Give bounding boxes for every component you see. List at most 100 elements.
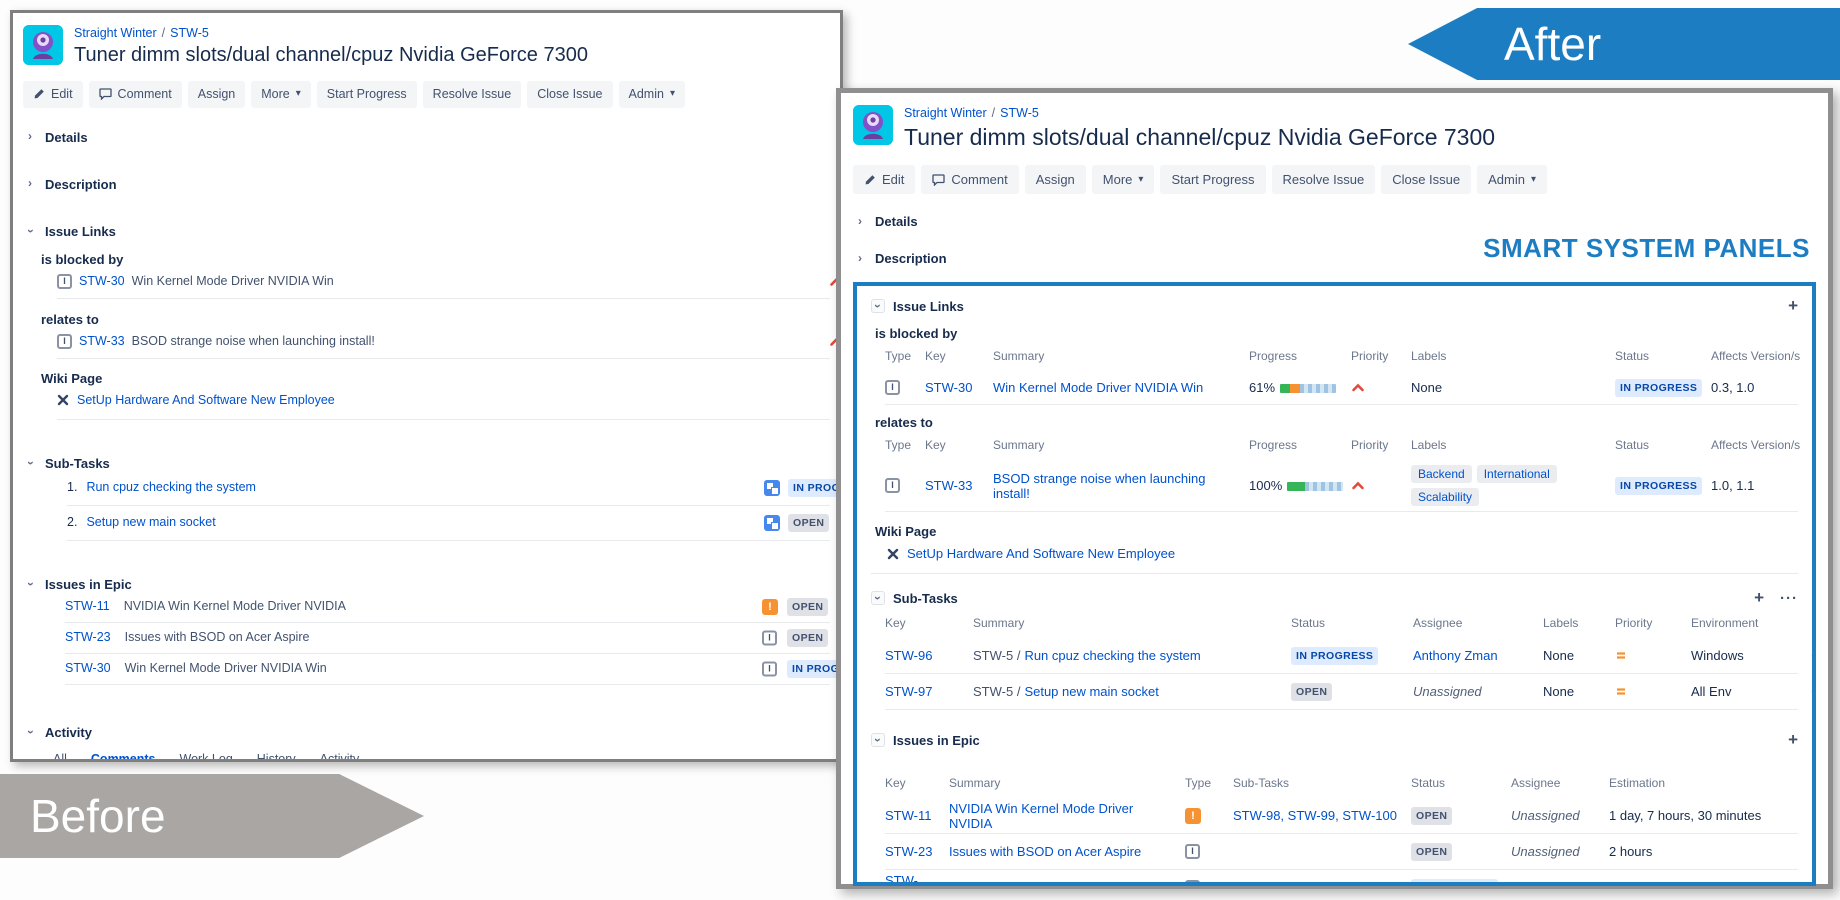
issue-key-link[interactable]: STW-23 xyxy=(65,630,111,644)
more-button[interactable]: More ▾ xyxy=(1092,165,1155,194)
close-issue-button[interactable]: Close Issue xyxy=(1381,165,1471,194)
admin-button[interactable]: Admin ▾ xyxy=(1477,165,1547,194)
wiki-page-link[interactable]: SetUp Hardware And Software New Employee xyxy=(77,393,335,407)
section-activity[interactable]: › Activity xyxy=(23,725,830,740)
start-progress-button[interactable]: Start Progress xyxy=(317,81,417,108)
start-progress-button[interactable]: Start Progress xyxy=(1160,165,1265,194)
subtask-link[interactable]: Setup new main socket xyxy=(1024,684,1158,699)
comment-button[interactable]: Comment xyxy=(921,165,1018,194)
column-header: Priority xyxy=(1351,438,1405,452)
subtask-keys-links[interactable]: STW-101 xyxy=(1233,880,1405,886)
assignee-link[interactable]: Anthony Zman xyxy=(1413,648,1537,663)
epic-issue-row: STW-11 NVIDIA Win Kernel Mode Driver NVI… xyxy=(885,798,1798,834)
subtask-link[interactable]: Run cpuz checking the system xyxy=(86,480,256,494)
table-header-row: Type Key Summary Progress Priority Label… xyxy=(885,430,1798,460)
section-sub-tasks[interactable]: › Sub-Tasks xyxy=(23,456,830,471)
issue-summary-link[interactable]: Issues with BSOD on Acer Aspire xyxy=(949,844,1179,859)
section-description-label: Description xyxy=(45,177,117,192)
breadcrumb-issue-link[interactable]: STW-5 xyxy=(1000,106,1039,120)
subtask-row: 1. Run cpuz checking the system IN PROGR… xyxy=(67,471,830,506)
column-header: Priority xyxy=(1351,349,1405,363)
issue-key-link[interactable]: STW-23 xyxy=(885,844,943,859)
project-avatar-icon xyxy=(23,25,63,65)
edit-button[interactable]: Edit xyxy=(23,81,83,108)
label-chip[interactable]: Scalability xyxy=(1411,488,1479,506)
section-issues-in-epic[interactable]: › Issues in Epic xyxy=(23,577,830,592)
warning-type-icon: ! xyxy=(1185,808,1201,824)
issue-key-link[interactable]: STW-33 xyxy=(79,334,125,348)
issue-summary-link[interactable]: BSOD strange noise when launching instal… xyxy=(993,471,1243,501)
issue-key-link[interactable]: STW-97 xyxy=(885,684,967,699)
row-actions-icon[interactable]: ··· xyxy=(1811,684,1816,699)
tab-all[interactable]: All xyxy=(53,752,67,763)
resolve-issue-button[interactable]: Resolve Issue xyxy=(423,81,522,108)
more-actions-icon[interactable]: ··· xyxy=(1780,590,1798,607)
subtask-link[interactable]: Setup new main socket xyxy=(86,515,215,529)
breadcrumb-issue-link[interactable]: STW-5 xyxy=(170,26,209,40)
issue-key-link[interactable]: STW-30 xyxy=(79,274,125,288)
section-sub-tasks[interactable]: › Sub-Tasks + ··· xyxy=(871,588,1798,608)
issue-key-link[interactable]: STW-30 xyxy=(65,661,111,675)
section-issue-links[interactable]: › Issue Links xyxy=(23,224,830,239)
assign-button[interactable]: Assign xyxy=(1025,165,1086,194)
epic-issue-row: STW-23 Issues with BSOD on Acer Aspire I… xyxy=(65,623,830,654)
comment-button[interactable]: Comment xyxy=(89,81,182,108)
status-badge: OPEN xyxy=(1411,843,1505,861)
issue-key-link[interactable]: STW-11 xyxy=(65,599,110,613)
toolbar: Edit Comment Assign More ▾ Start Progres… xyxy=(23,81,830,108)
row-actions-icon[interactable]: ··· xyxy=(1811,648,1816,663)
subtask-keys-links[interactable]: STW-98, STW-99, STW-100 xyxy=(1233,808,1405,823)
section-activity-label: Activity xyxy=(45,725,92,740)
tab-work-log[interactable]: Work Log xyxy=(180,752,233,763)
issue-link-row: I STW-33 BSOD strange noise when launchi… xyxy=(57,327,830,359)
issue-key-link[interactable]: STW-30 xyxy=(885,873,943,887)
label-chip[interactable]: International xyxy=(1477,465,1557,483)
admin-button[interactable]: Admin ▾ xyxy=(619,81,685,108)
chevron-down-icon: › xyxy=(871,733,885,747)
add-epic-issue-icon[interactable]: + xyxy=(1788,730,1798,750)
assign-button[interactable]: Assign xyxy=(188,81,246,108)
subtask-link[interactable]: Run cpuz checking the system xyxy=(1024,648,1200,663)
resolve-issue-button[interactable]: Resolve Issue xyxy=(1272,165,1376,194)
issue-key-link[interactable]: STW-33 xyxy=(925,478,987,493)
assignee-link[interactable]: Lucille Hogan xyxy=(1511,880,1603,886)
add-link-icon[interactable]: + xyxy=(1788,296,1798,316)
tab-comments[interactable]: Comments xyxy=(91,752,156,763)
status-badge: IN PROGRESS xyxy=(1615,477,1705,495)
warning-type-icon: ! xyxy=(762,599,778,615)
more-button[interactable]: More ▾ xyxy=(251,81,311,108)
add-subtask-icon[interactable]: + xyxy=(1754,588,1764,608)
column-header: Environment xyxy=(1691,616,1805,630)
edit-button[interactable]: Edit xyxy=(853,165,915,194)
breadcrumb-project-link[interactable]: Straight Winter xyxy=(74,26,157,40)
issue-key-link[interactable]: STW-96 xyxy=(885,648,967,663)
wiki-page-link[interactable]: SetUp Hardware And Software New Employee xyxy=(907,546,1175,561)
assignee-text: Unassigned xyxy=(1413,684,1537,699)
section-description-label: Description xyxy=(875,251,947,266)
column-header: Type xyxy=(885,438,919,452)
breadcrumb-project-link[interactable]: Straight Winter xyxy=(904,106,987,120)
after-banner-arrow: After xyxy=(1408,8,1840,80)
issue-key-link[interactable]: STW-11 xyxy=(885,808,943,823)
assignee-text: Unassigned xyxy=(1511,808,1603,823)
issue-summary-link[interactable]: Win Kernel Mode Driver NVIDIA Win xyxy=(949,880,1179,886)
link-group-blocked: is blocked by xyxy=(875,326,1798,341)
tab-history[interactable]: History xyxy=(257,752,296,763)
subtask-number: 2. xyxy=(67,515,77,529)
issue-summary-link[interactable]: Win Kernel Mode Driver NVIDIA Win xyxy=(993,380,1243,395)
issue-summary-link[interactable]: NVIDIA Win Kernel Mode Driver NVIDIA xyxy=(949,801,1179,831)
activity-tabs: All Comments Work Log History Activity xyxy=(53,752,830,763)
label-chip[interactable]: Backend xyxy=(1411,465,1472,483)
tab-activity[interactable]: Activity xyxy=(320,752,360,763)
section-issues-in-epic[interactable]: › Issues in Epic + xyxy=(871,730,1798,750)
section-description[interactable]: › Description xyxy=(23,177,830,192)
smart-panels-container: › Issue Links + is blocked by Type Key S… xyxy=(853,282,1816,886)
issue-key-link[interactable]: STW-30 xyxy=(925,380,987,395)
close-issue-button[interactable]: Close Issue xyxy=(527,81,612,108)
status-badge: OPEN xyxy=(787,629,828,647)
section-details[interactable]: › Details xyxy=(23,130,830,145)
column-header: Key xyxy=(925,438,987,452)
column-header: Status xyxy=(1615,349,1705,363)
section-details[interactable]: › Details xyxy=(853,214,1816,229)
section-issue-links[interactable]: › Issue Links + xyxy=(871,296,1798,316)
